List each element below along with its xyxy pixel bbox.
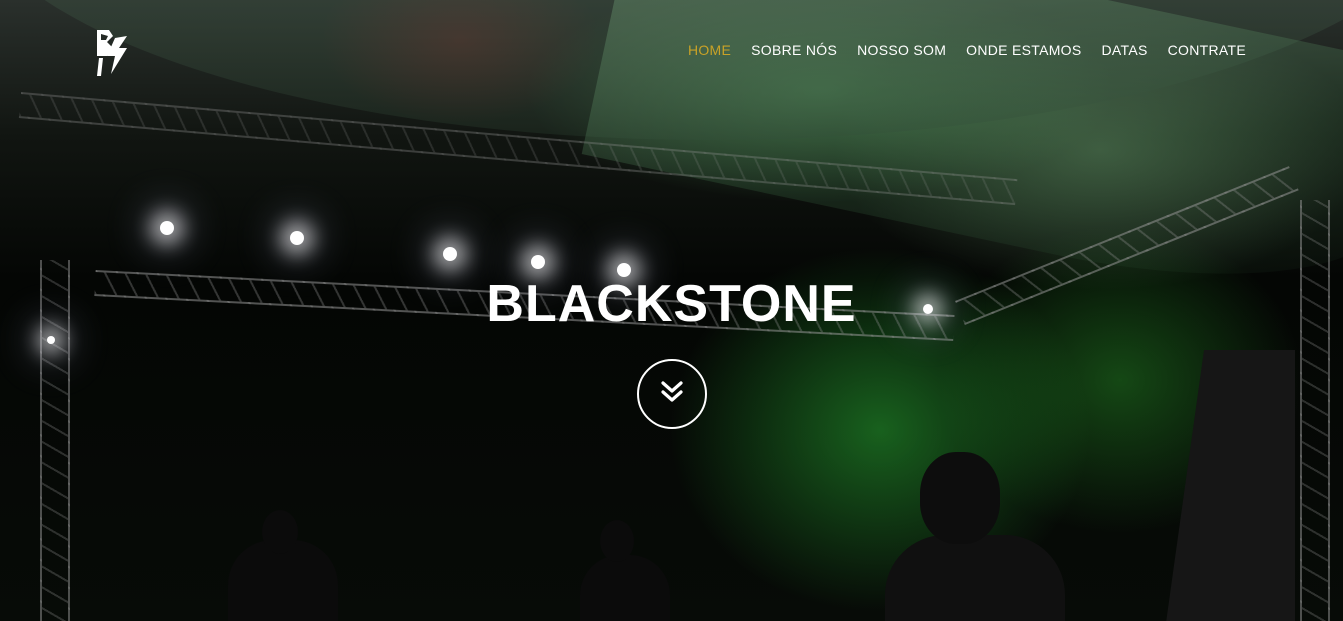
band-member-silhouette [600, 520, 634, 562]
nav-item-datas[interactable]: DATAS [1102, 42, 1148, 58]
stage-truss-pillar [1300, 200, 1330, 621]
nav-item-sobre-nos[interactable]: SOBRE NÓS [751, 42, 837, 58]
band-member-silhouette [580, 555, 670, 621]
double-chevron-down-icon [659, 380, 685, 409]
nav-item-contrate[interactable]: CONTRATE [1168, 42, 1246, 58]
nav-item-home[interactable]: HOME [688, 42, 731, 58]
stage-light [290, 231, 304, 245]
band-member-silhouette [885, 535, 1065, 621]
stage-light [531, 255, 545, 269]
stage-light [443, 247, 457, 261]
stage-light [160, 221, 174, 235]
speaker-cabinet [1165, 350, 1295, 621]
hero-section: HOME SOBRE NÓS NOSSO SOM ONDE ESTAMOS DA… [0, 0, 1343, 621]
top-navbar: HOME SOBRE NÓS NOSSO SOM ONDE ESTAMOS DA… [0, 0, 1343, 100]
band-member-silhouette [262, 510, 298, 554]
hero-title: BLACKSTONE [486, 275, 857, 333]
stage-light [47, 336, 55, 344]
band-member-silhouette [920, 452, 1000, 544]
main-menu: HOME SOBRE NÓS NOSSO SOM ONDE ESTAMOS DA… [688, 42, 1246, 58]
scroll-down-button[interactable] [637, 359, 707, 429]
blackstone-logo-icon[interactable] [93, 28, 133, 80]
nav-item-nosso-som[interactable]: NOSSO SOM [857, 42, 946, 58]
nav-item-onde-estamos[interactable]: ONDE ESTAMOS [966, 42, 1081, 58]
